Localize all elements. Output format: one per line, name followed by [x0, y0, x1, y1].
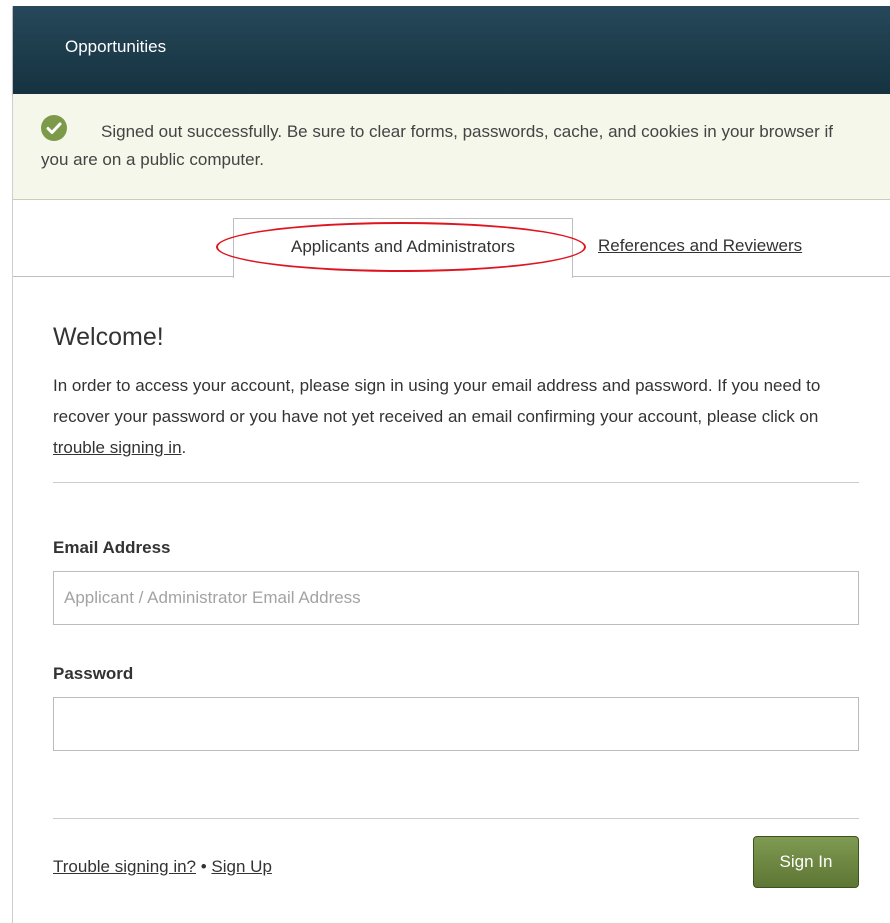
- link-separator: •: [196, 857, 212, 876]
- intro-text-end: .: [181, 438, 187, 457]
- intro-text: In order to access your account, please …: [53, 370, 823, 463]
- sign-in-button[interactable]: Sign In: [753, 836, 859, 888]
- screenshot-frame: Opportunities Signed out successfully. B…: [0, 0, 890, 923]
- intro-text-start: In order to access your account, please …: [53, 376, 821, 426]
- email-label: Email Address: [53, 538, 171, 557]
- header-title: Opportunities: [65, 37, 167, 56]
- tab-label: Applicants and Administrators: [291, 237, 515, 256]
- panel-header: Opportunities: [13, 6, 890, 94]
- welcome-heading: Welcome!: [53, 323, 164, 351]
- trouble-signing-in-link[interactable]: trouble signing in: [53, 438, 182, 457]
- signed-out-alert: Signed out successfully. Be sure to clea…: [13, 94, 890, 200]
- password-input[interactable]: [53, 697, 859, 751]
- alert-message: Signed out successfully. Be sure to clea…: [41, 122, 833, 169]
- intro-divider: [53, 482, 859, 483]
- footer-links: Trouble signing in? • Sign Up: [53, 857, 272, 877]
- form-divider: [53, 818, 859, 819]
- sign-up-link[interactable]: Sign Up: [211, 857, 271, 876]
- sign-in-panel: Opportunities Signed out successfully. B…: [12, 6, 890, 923]
- email-input[interactable]: [53, 571, 859, 625]
- trouble-signing-in-footer-link[interactable]: Trouble signing in?: [53, 857, 196, 876]
- password-label: Password: [53, 664, 134, 683]
- tab-references-and-reviewers[interactable]: References and Reviewers: [598, 236, 802, 256]
- tab-applicants-and-administrators[interactable]: Applicants and Administrators: [233, 218, 573, 278]
